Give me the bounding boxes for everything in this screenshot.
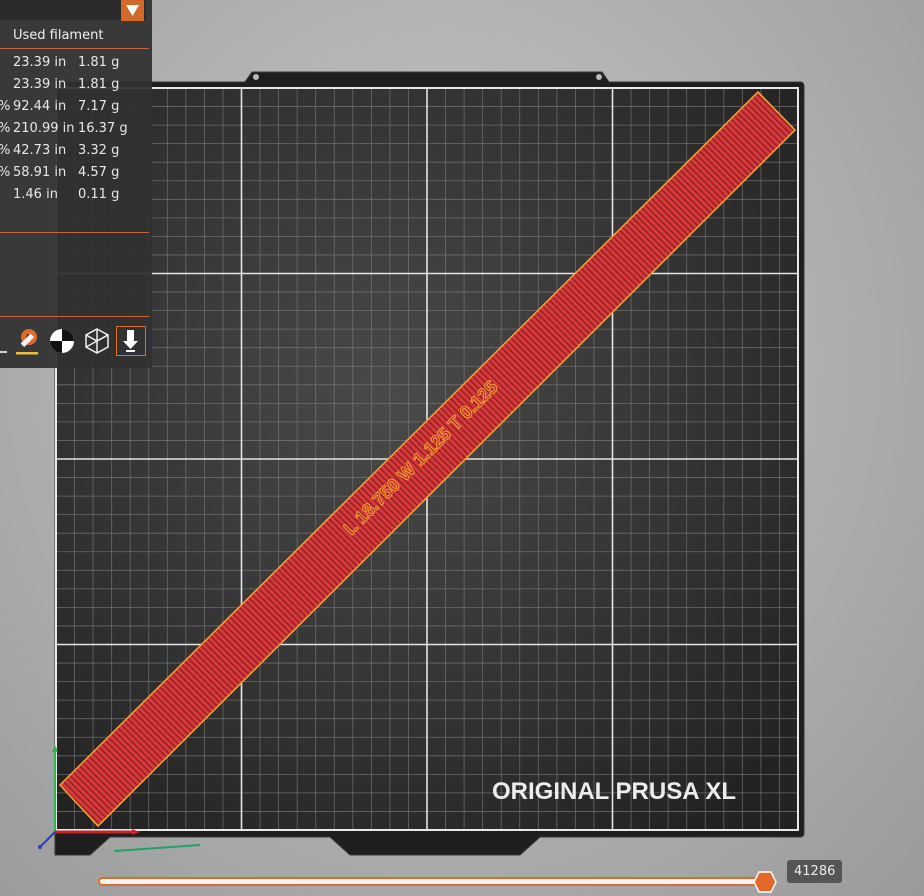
row-length: 42.73 in: [13, 143, 67, 158]
legend-row: % 92.44 in 7.17 g: [0, 99, 152, 121]
sphere-half-icon[interactable]: [47, 326, 77, 356]
legend-row: 23.39 in 1.81 g: [0, 77, 152, 99]
legend-header: Used filament: [13, 28, 104, 43]
row-weight: 1.81 g: [78, 77, 120, 92]
paint-brush-icon[interactable]: [13, 326, 43, 356]
legend-row: % 210.99 in 16.37 g: [0, 121, 152, 143]
row-weight: 16.37 g: [78, 121, 128, 136]
slider-value-label: 41286: [787, 860, 843, 883]
legend-divider: [0, 48, 149, 49]
bed-brand-text: ORIGINAL PRUSA XL: [492, 778, 736, 805]
row-length: 58.91 in: [13, 165, 67, 180]
row-weight: 7.17 g: [78, 99, 120, 114]
download-arrow-icon[interactable]: [116, 326, 146, 356]
legend-divider: [0, 316, 149, 317]
legend-row: 23.39 in 1.81 g: [0, 55, 152, 77]
legend-row: % 58.91 in 4.57 g: [0, 165, 152, 187]
row-length: 1.46 in: [13, 187, 58, 202]
row-weight: 0.11 g: [78, 187, 120, 202]
slider-thumb[interactable]: [753, 870, 777, 894]
row-percent: %: [0, 143, 10, 158]
legend-tick: [0, 351, 7, 353]
legend-row: 1.46 in 0.11 g: [0, 187, 152, 209]
row-weight: 1.81 g: [78, 55, 120, 70]
row-percent: %: [0, 121, 10, 136]
legend-divider: [0, 232, 149, 233]
row-length: 92.44 in: [13, 99, 67, 114]
row-length: 210.99 in: [13, 121, 75, 136]
row-weight: 3.32 g: [78, 143, 120, 158]
legend-row: % 42.73 in 3.32 g: [0, 143, 152, 165]
row-weight: 4.57 g: [78, 165, 120, 180]
wireframe-cube-icon[interactable]: [82, 326, 112, 356]
3d-viewport[interactable]: L 18.750 W 1.125 T 0.125 ORIGINAL PRUSA …: [0, 0, 924, 896]
triangle-down-icon: [126, 5, 139, 16]
row-percent: %: [0, 165, 10, 180]
row-length: 23.39 in: [13, 55, 67, 70]
filament-legend: Used filament 23.39 in 1.81 g 23.39 in 1…: [0, 0, 152, 368]
row-length: 23.39 in: [13, 77, 67, 92]
legend-collapse-button[interactable]: [121, 0, 144, 21]
row-percent: %: [0, 99, 10, 114]
layer-slider[interactable]: [98, 877, 768, 886]
